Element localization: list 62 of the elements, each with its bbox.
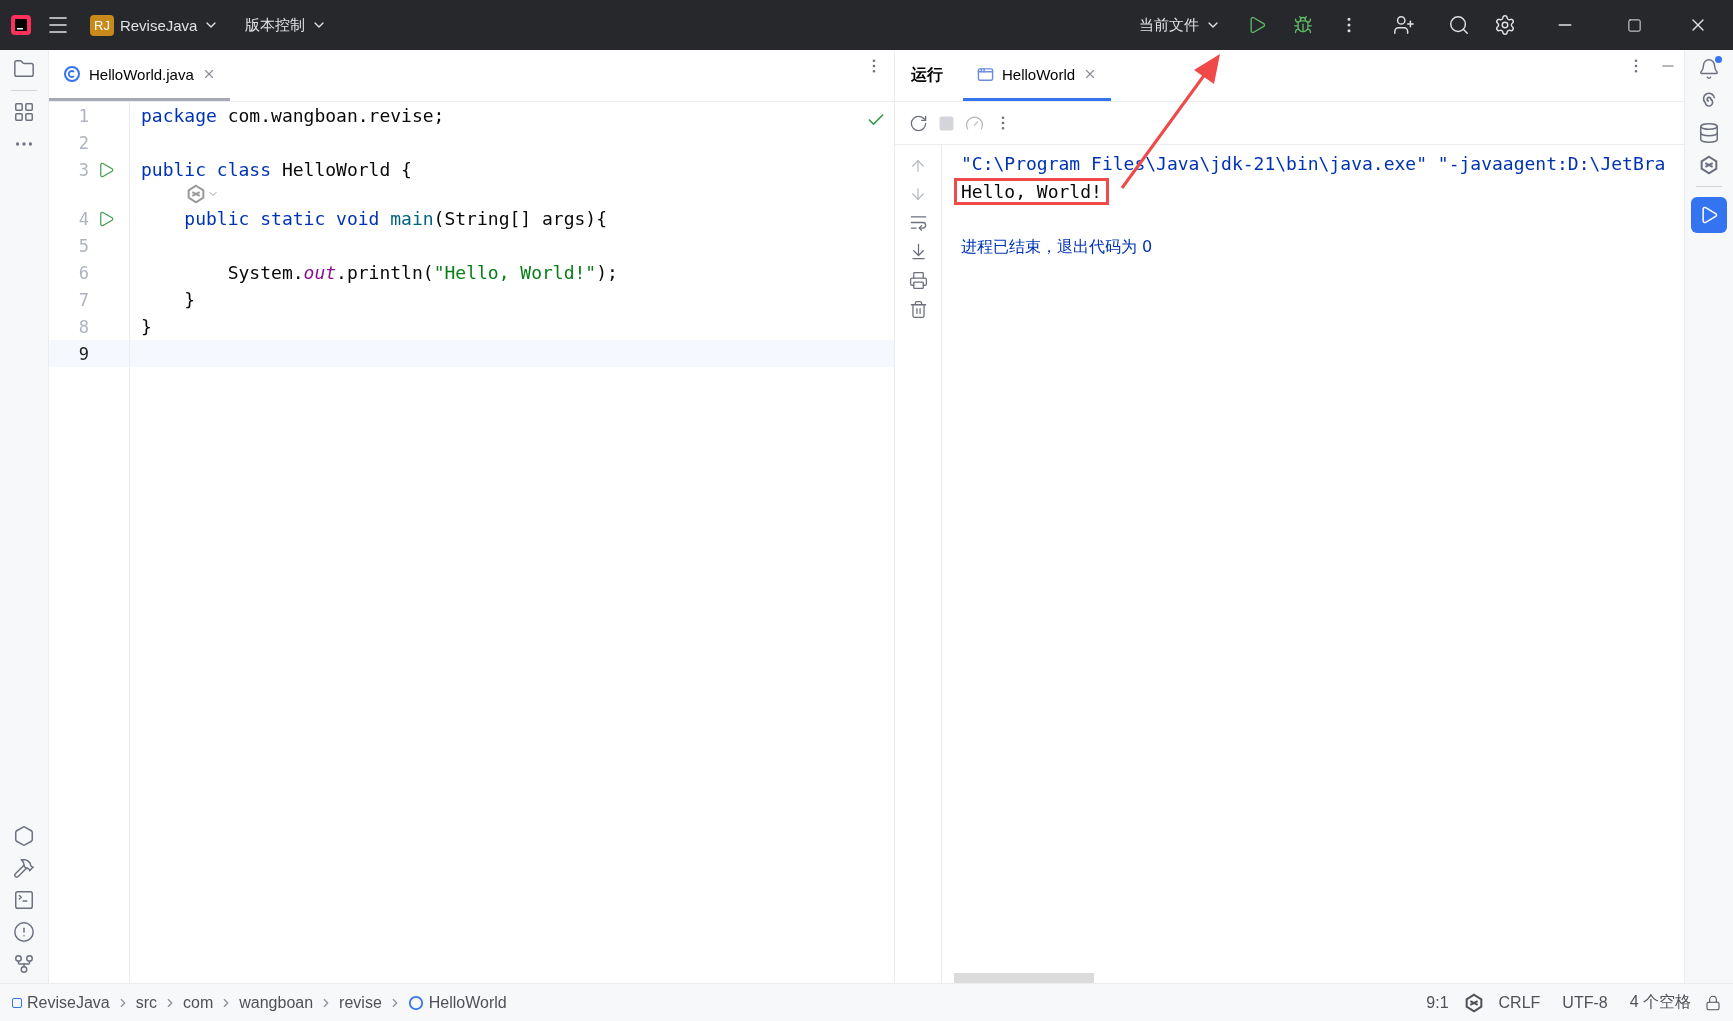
- app-logo[interactable]: [10, 14, 32, 36]
- code-line: System.out.println("Hello, World!");: [226, 262, 618, 283]
- module-icon: [12, 997, 22, 1008]
- folder-icon[interactable]: [13, 58, 35, 80]
- add-user-icon[interactable]: [1393, 14, 1415, 36]
- line-number: 1: [77, 105, 89, 126]
- git-branch-icon[interactable]: [13, 953, 35, 975]
- line-number: 5: [77, 235, 89, 256]
- indent-setting[interactable]: 4 个空格: [1621, 992, 1699, 1013]
- run-gutter-icon[interactable]: [97, 209, 115, 228]
- run-tool-button[interactable]: [1691, 197, 1727, 233]
- breadcrumb[interactable]: wangboan: [239, 993, 314, 1012]
- code-line: public static void main(String[] args){: [183, 208, 607, 229]
- problems-icon[interactable]: [13, 921, 35, 943]
- maximize-icon[interactable]: [1626, 17, 1642, 33]
- code-line: }: [183, 289, 196, 310]
- line-number: 6: [77, 262, 89, 283]
- settings-icon[interactable]: [1494, 14, 1516, 36]
- line-ending[interactable]: CRLF: [1490, 993, 1549, 1012]
- play-icon: [1699, 205, 1719, 225]
- scrollbar[interactable]: [954, 973, 1094, 983]
- caret-position[interactable]: 9:1: [1418, 993, 1457, 1012]
- project-selector[interactable]: RJ ReviseJava: [84, 10, 226, 40]
- soft-wrap-icon[interactable]: [908, 213, 928, 232]
- search-icon[interactable]: [1448, 14, 1470, 36]
- trash-icon[interactable]: [908, 300, 928, 319]
- notifications-icon[interactable]: [1698, 58, 1720, 80]
- breadcrumb[interactable]: src: [135, 993, 158, 1012]
- lock-icon[interactable]: [1705, 994, 1721, 1011]
- code-line: }: [140, 316, 152, 337]
- file-encoding[interactable]: UTF-8: [1554, 993, 1616, 1012]
- console-output: 进程已结束，退出代码为 0: [960, 235, 1154, 258]
- bug-icon[interactable]: [1293, 15, 1313, 35]
- code-line: package com.wangboan.revise;: [140, 105, 445, 126]
- run-gutter-icon[interactable]: [97, 160, 115, 179]
- console-icon: [977, 65, 994, 83]
- class-icon: [407, 994, 424, 1011]
- services-icon[interactable]: [13, 825, 35, 847]
- breadcrumb[interactable]: HelloWorld: [407, 993, 507, 1012]
- line-number: 9: [77, 343, 89, 364]
- database-icon[interactable]: [1698, 122, 1720, 144]
- java-class-icon: [63, 65, 81, 83]
- console-output: Hello, World!: [954, 177, 1109, 205]
- line-number: 3: [77, 159, 89, 180]
- rerun-icon[interactable]: [909, 113, 928, 133]
- line-number: 8: [77, 316, 89, 337]
- run-config-selector[interactable]: 当前文件: [1133, 11, 1227, 39]
- editor-tab[interactable]: HelloWorld.java: [49, 50, 230, 101]
- terminal-icon[interactable]: [13, 889, 35, 911]
- structure-icon[interactable]: [13, 101, 35, 123]
- print-icon[interactable]: [908, 271, 928, 290]
- breadcrumb[interactable]: revise: [339, 993, 382, 1012]
- line-number: 4: [77, 208, 89, 229]
- vcs-menu[interactable]: 版本控制: [239, 11, 334, 39]
- breadcrumb[interactable]: com: [183, 993, 214, 1012]
- panel-title: 运行: [910, 65, 944, 85]
- line-number: 2: [77, 132, 89, 153]
- breadcrumb[interactable]: ReviseJava: [12, 993, 110, 1012]
- code-line: public class HelloWorld {: [140, 159, 412, 180]
- hammer-icon[interactable]: [13, 857, 35, 879]
- run-tab[interactable]: HelloWorld: [963, 50, 1112, 101]
- line-number: 7: [77, 289, 89, 310]
